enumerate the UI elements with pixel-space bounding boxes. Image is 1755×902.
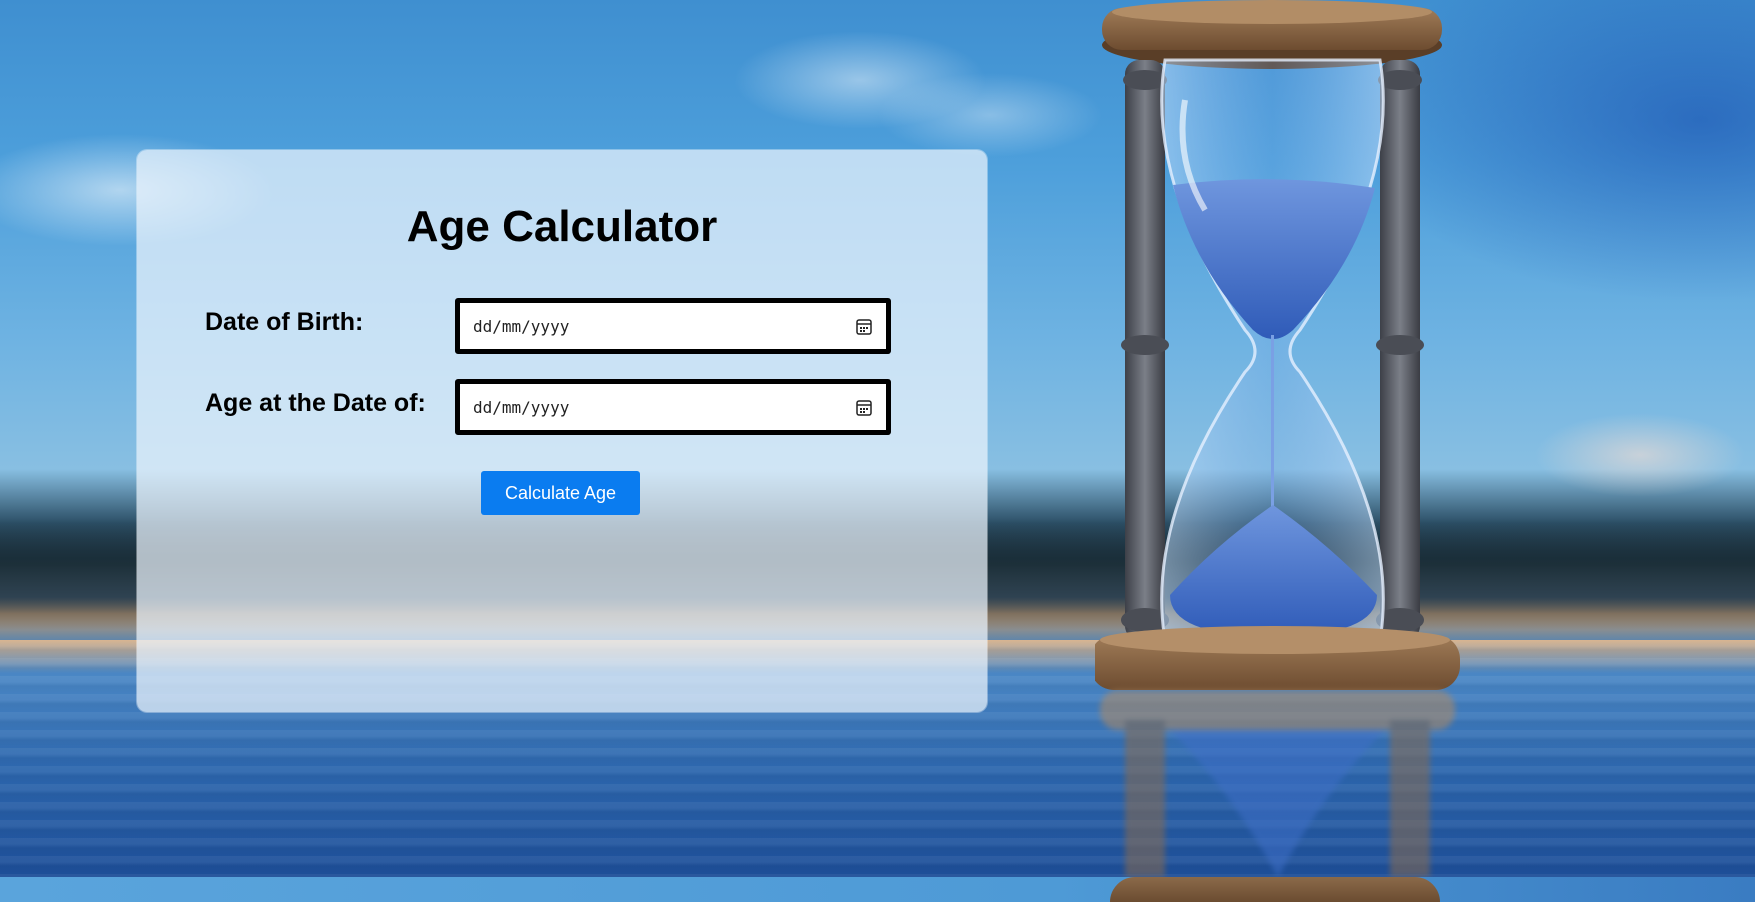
- age-at-date-label: Age at the Date of:: [205, 389, 426, 417]
- calendar-icon[interactable]: [856, 399, 872, 416]
- date-of-birth-placeholder: dd/mm/yyyy: [473, 317, 570, 336]
- date-of-birth-input[interactable]: dd/mm/yyyy: [455, 298, 891, 354]
- date-of-birth-label: Date of Birth:: [205, 308, 364, 336]
- page-title: Age Calculator: [406, 202, 718, 251]
- age-at-date-placeholder: dd/mm/yyyy: [473, 398, 570, 417]
- next-section-edge: [0, 877, 1755, 902]
- hourglass-illustration: [1095, 0, 1460, 690]
- hourglass-reflection: [1100, 690, 1455, 877]
- age-at-date-input[interactable]: dd/mm/yyyy: [455, 379, 891, 435]
- calendar-icon[interactable]: [856, 318, 872, 335]
- age-calculator-card: Age Calculator Date of Birth: dd/mm/yyyy…: [137, 150, 987, 712]
- page-background: Age Calculator Date of Birth: dd/mm/yyyy…: [0, 0, 1755, 902]
- calculate-age-button[interactable]: Calculate Age: [481, 471, 640, 515]
